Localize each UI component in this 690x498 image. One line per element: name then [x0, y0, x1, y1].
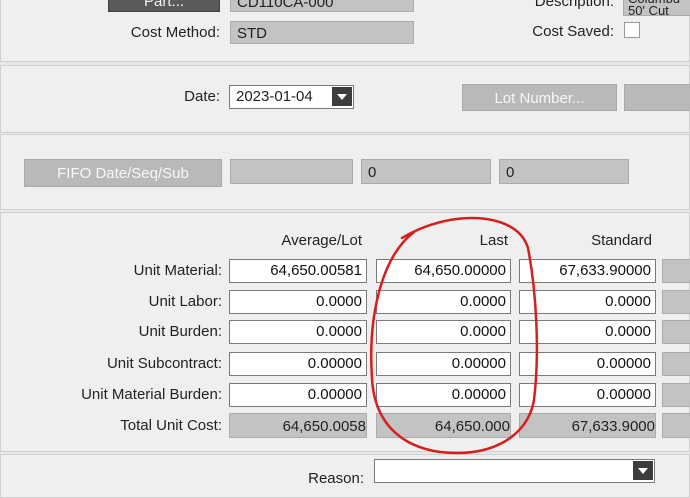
reason-label: Reason:: [308, 470, 364, 487]
unit-burden-extra-field: [662, 320, 690, 344]
date-picker[interactable]: 2023-01-04: [229, 85, 354, 109]
fifo-date-field: [230, 159, 353, 184]
cost-method-label: Cost Method:: [130, 24, 220, 41]
unit-labor-label: Unit Labor:: [148, 293, 222, 310]
chevron-down-icon[interactable]: [633, 461, 653, 480]
date-value: 2023-01-04: [236, 88, 313, 105]
column-header-average: Average/Lot: [281, 232, 362, 249]
chevron-down-icon[interactable]: [332, 87, 352, 106]
unit-subcontract-label: Unit Subcontract:: [106, 355, 222, 372]
unit-subcontract-average-input[interactable]: 0.00000: [229, 352, 367, 376]
lot-number-field: [624, 84, 690, 111]
fifo-date-button[interactable]: FIFO Date/Seq/Sub: [24, 159, 222, 187]
unit-material-standard-input[interactable]: 67,633.90000: [519, 259, 656, 283]
column-header-standard: Standard: [591, 232, 652, 249]
unit-labor-extra-field: [662, 290, 690, 314]
unit-labor-average-input[interactable]: 0.0000: [229, 290, 367, 314]
total-last-field: 64,650.000: [376, 413, 511, 438]
unit-material-burden-last-input[interactable]: 0.00000: [376, 383, 511, 407]
unit-material-burden-standard-input[interactable]: 0.00000: [519, 383, 656, 407]
unit-subcontract-standard-input[interactable]: 0.00000: [519, 352, 656, 376]
unit-subcontract-last-input[interactable]: 0.00000: [376, 352, 511, 376]
unit-material-last-input[interactable]: 64,650.00000: [376, 259, 511, 283]
unit-burden-last-input[interactable]: 0.0000: [376, 320, 511, 344]
lot-number-button[interactable]: Lot Number...: [462, 84, 617, 111]
description-field: Columbu 50' Cut: [623, 0, 690, 16]
cost-saved-label: Cost Saved:: [532, 23, 614, 40]
unit-labor-last-input[interactable]: 0.0000: [376, 290, 511, 314]
description-text: Columbu 50' Cut: [628, 0, 680, 16]
unit-burden-average-input[interactable]: 0.0000: [229, 320, 367, 344]
unit-labor-standard-input[interactable]: 0.0000: [519, 290, 656, 314]
unit-material-label: Unit Material:: [133, 262, 222, 279]
unit-subcontract-extra-field: [662, 352, 690, 376]
unit-material-burden-average-input[interactable]: 0.00000: [229, 383, 367, 407]
cost-method-field: STD: [230, 21, 414, 44]
fifo-seq-field: 0: [361, 159, 491, 184]
fifo-sub-field: 0: [499, 159, 629, 184]
unit-burden-standard-input[interactable]: 0.0000: [519, 320, 656, 344]
unit-material-burden-extra-field: [662, 383, 690, 407]
total-standard-field: 67,633.9000: [519, 413, 656, 438]
column-header-last: Last: [479, 232, 508, 249]
date-label: Date:: [184, 88, 220, 105]
total-extra-field: [662, 413, 690, 438]
part-field: CD110CA-000: [230, 0, 414, 12]
unit-burden-label: Unit Burden:: [138, 323, 222, 340]
reason-dropdown[interactable]: [374, 459, 655, 483]
total-average-field: 64,650.0058: [229, 413, 367, 438]
unit-material-average-input[interactable]: 64,650.00581: [229, 259, 367, 283]
unit-material-extra-field: [662, 259, 690, 283]
total-unit-cost-label: Total Unit Cost:: [120, 417, 222, 434]
cost-saved-checkbox[interactable]: [624, 22, 640, 38]
description-label: Description:: [534, 0, 614, 10]
unit-material-burden-label: Unit Material Burden:: [81, 386, 222, 403]
part-button[interactable]: Part...: [108, 0, 220, 12]
